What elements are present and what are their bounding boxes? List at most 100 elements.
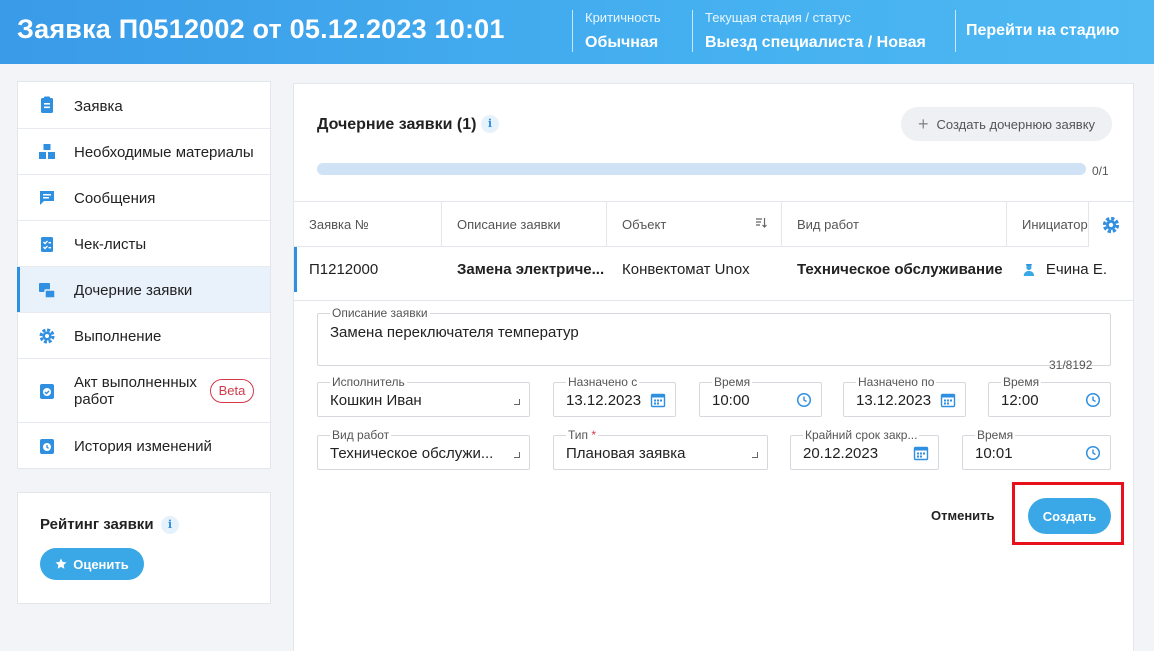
cell-object[interactable]: Конвектомат Unox [607,247,782,292]
boxes-icon [39,144,55,159]
sidebar-item-act[interactable]: Акт выполненных работ Beta [18,359,270,423]
assigned-to-label: Назначено по [856,375,937,389]
progress-text: 0/1 [1092,164,1109,178]
sidebar: Заявка Необходимые материалы Сообщения Ч… [17,81,271,469]
description-value: Замена переключателя температур [330,324,579,341]
initiator-name: Ечина Е. [1045,261,1107,278]
rate-button[interactable]: Оценить [40,548,144,580]
time-to-label: Время [1001,375,1042,389]
assigned-from-field[interactable]: Назначено с 13.12.2023 [553,376,676,417]
cell-description[interactable]: Замена электриче... [442,247,607,292]
app-header: Заявка П0512002 от 05.12.2023 10:01 Крит… [0,0,1154,64]
sidebar-item-label: Выполнение [74,328,162,345]
column-header-work-type[interactable]: Вид работ [782,202,1007,247]
progress-bar [317,163,1086,175]
table-settings-button[interactable] [1088,202,1133,247]
create-child-request-button[interactable]: + Создать дочернюю заявку [901,107,1112,141]
create-button[interactable]: Создать [1028,498,1111,534]
dropdown-icon [752,452,758,458]
deadline-label: Крайний срок закр... [803,428,920,442]
deadline-time-field[interactable]: Время 10:01 [962,429,1111,470]
header-divider [955,10,956,52]
info-icon[interactable]: i [161,516,179,534]
clock-icon[interactable] [796,392,812,408]
deadline-time-label: Время [975,428,1016,442]
sidebar-item-label: Сообщения [74,190,156,207]
child-requests-panel: Дочерние заявки (1) i + Создать дочернюю… [293,83,1134,651]
stage-label: Текущая стадия / статус [705,10,851,25]
criticality-value: Обычная [585,34,659,51]
required-marker: * [591,428,597,442]
info-icon[interactable]: i [481,115,499,133]
dropdown-icon [514,452,520,458]
sidebar-item-history[interactable]: История изменений [18,423,270,469]
work-type-label: Вид работ [330,428,392,442]
column-header-object-label: Объект [622,216,667,232]
cell-initiator[interactable]: Ечина Е. [1007,247,1107,292]
calendar-icon[interactable] [913,445,929,461]
work-type-field[interactable]: Вид работ Техническое обслужи... [317,429,530,470]
document-icon [41,96,53,113]
type-label: Тип * [566,428,599,442]
description-label: Описание заявки [330,306,430,320]
checklist-icon [41,237,53,252]
assigned-to-field[interactable]: Назначено по 13.12.2023 [843,376,966,417]
dropdown-icon [514,399,520,405]
time-from-label: Время [712,375,753,389]
executor-label: Исполнитель [330,375,407,389]
beta-badge: Beta [210,379,254,403]
child-requests-icon [39,283,56,299]
child-requests-table: Заявка № Описание заявки Объект Вид рабо… [294,201,1133,301]
clock-icon[interactable] [1085,445,1101,461]
calendar-icon[interactable] [650,392,666,408]
sidebar-item-checklists[interactable]: Чек-листы [18,221,270,267]
sidebar-item-messages[interactable]: Сообщения [18,175,270,221]
sidebar-item-child-requests[interactable]: Дочерние заявки [17,267,270,313]
column-header-number[interactable]: Заявка № [294,202,442,247]
rate-button-label: Оценить [73,556,129,572]
gear-icon [39,328,55,344]
time-to-field[interactable]: Время 12:00 [988,376,1111,417]
rating-title: Рейтинг заявки [40,516,154,533]
deadline-time-value: 10:01 [975,445,1013,462]
sort-icon[interactable] [755,217,767,229]
cell-number[interactable]: П1212000 [294,247,442,292]
sidebar-item-label: Заявка [74,98,123,115]
message-icon [40,191,54,205]
char-counter: 31/8192 [1049,358,1093,372]
sidebar-item-execution[interactable]: Выполнение [18,313,270,359]
rating-card: Рейтинг заявки i Оценить [17,492,271,604]
goto-stage-button[interactable]: Перейти на стадию [966,22,1119,40]
time-to-value: 12:00 [1001,392,1039,409]
time-from-value: 10:00 [712,392,750,409]
gear-icon [1102,216,1120,233]
work-type-value: Техническое обслужи... [330,445,494,462]
stage-value: Выезд специалиста / Новая [705,34,926,51]
sidebar-item-label: Необходимые материалы [74,144,254,161]
page-title: Заявка П0512002 от 05.12.2023 10:01 [17,14,505,44]
assigned-from-label: Назначено с [566,375,640,389]
cell-work-type[interactable]: Техническое обслуживание [782,247,1007,292]
criticality-label: Критичность [585,10,661,25]
executor-field[interactable]: Исполнитель Кошкин Иван [317,376,530,417]
act-icon [40,384,54,399]
sidebar-item-materials[interactable]: Необходимые материалы [18,129,270,175]
user-icon [1023,263,1035,276]
column-header-description[interactable]: Описание заявки [442,202,607,247]
sidebar-item-label: История изменений [74,438,212,455]
clock-icon[interactable] [1085,392,1101,408]
column-header-object[interactable]: Объект [607,202,782,247]
history-icon [40,439,54,454]
assigned-from-value: 13.12.2023 [566,392,642,409]
type-label-text: Тип [568,428,589,442]
star-icon [55,558,67,569]
sidebar-item-request[interactable]: Заявка [18,82,270,129]
type-value: Плановая заявка [566,445,686,462]
time-from-field[interactable]: Время 10:00 [699,376,822,417]
cancel-button[interactable]: Отменить [931,508,995,523]
type-field[interactable]: Тип * Плановая заявка [553,429,768,470]
deadline-field[interactable]: Крайний срок закр... 20.12.2023 [790,429,939,470]
calendar-icon[interactable] [940,392,956,408]
sidebar-item-label: Чек-листы [74,236,147,253]
description-field[interactable]: Описание заявки Замена переключателя тем… [317,307,1111,366]
